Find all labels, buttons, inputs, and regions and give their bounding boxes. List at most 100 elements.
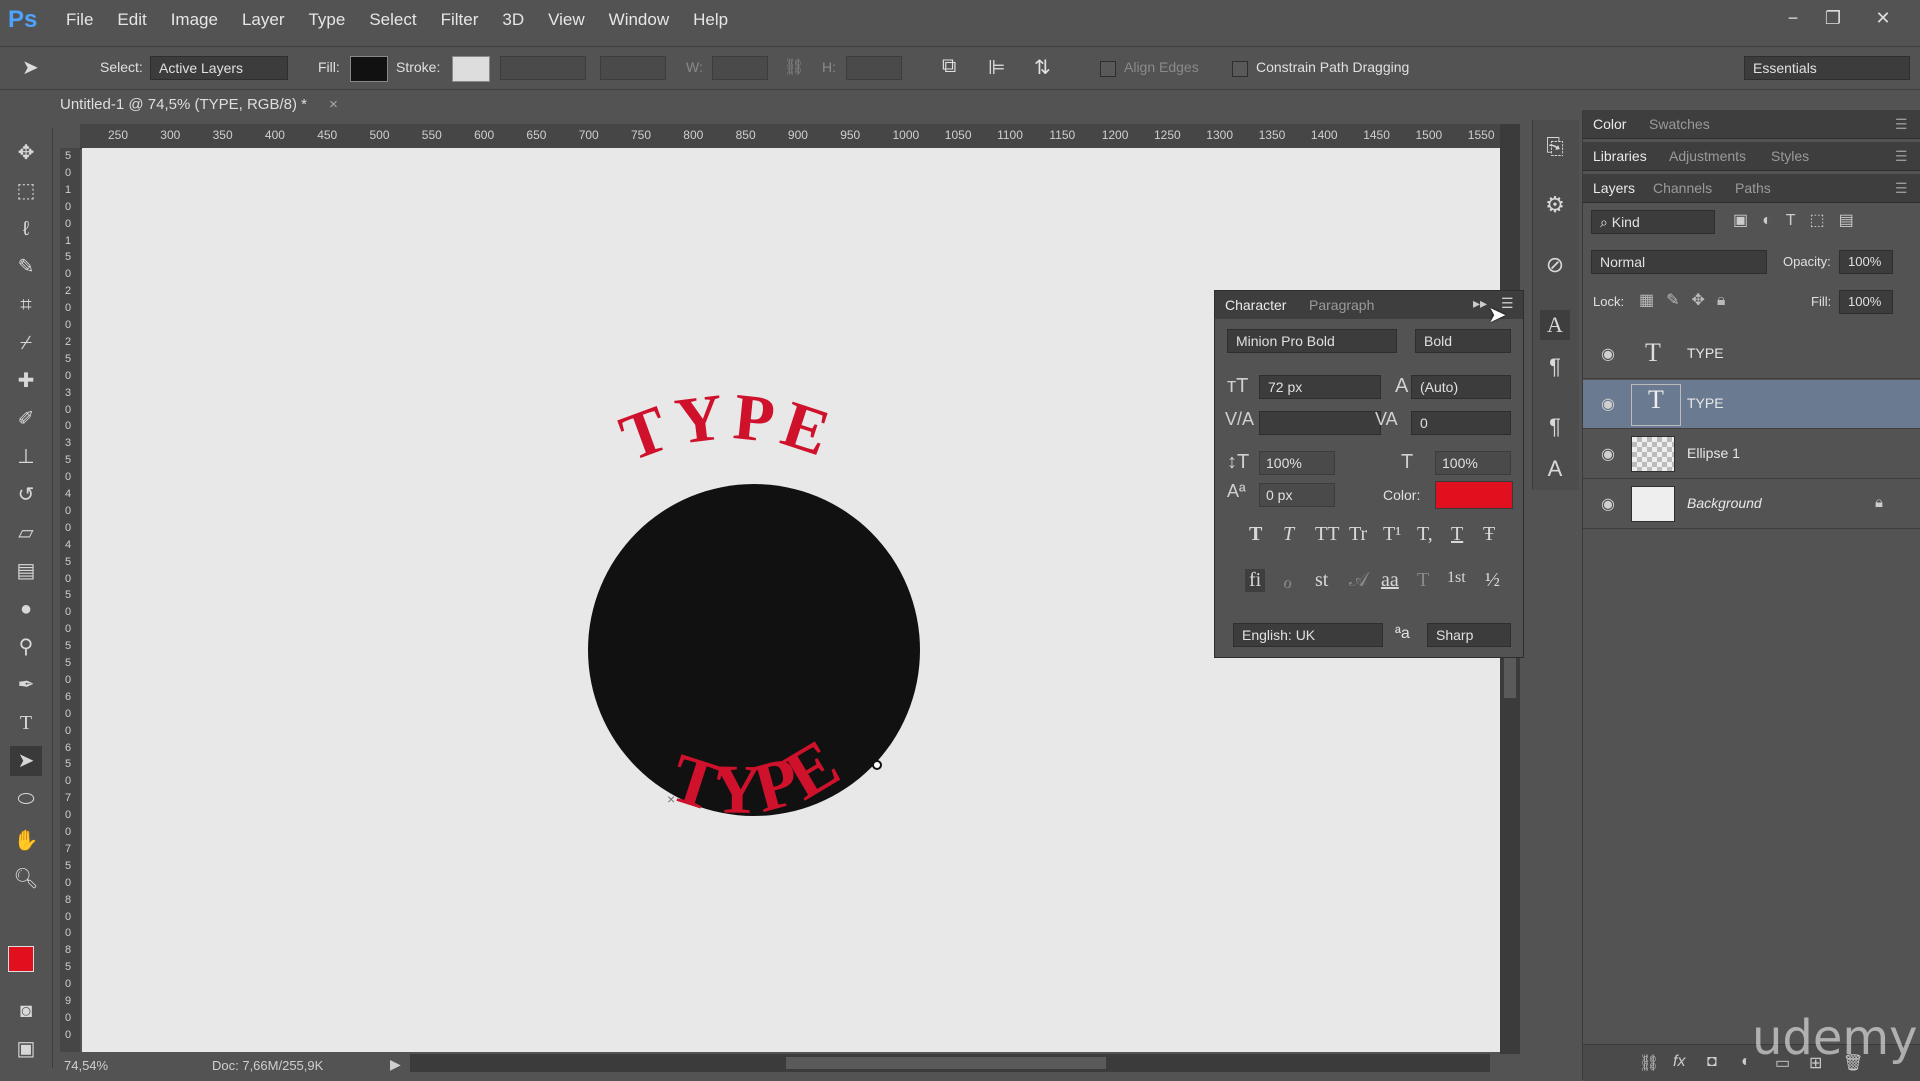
paragraph-panel-icon[interactable]: ¶ [1540,352,1570,382]
eye-icon[interactable]: ◉ [1601,394,1615,414]
path-alignment-icon[interactable]: ⊫ [988,55,1005,80]
layer-name[interactable]: Background [1687,495,1762,511]
restore-button[interactable]: ❐ [1814,4,1852,32]
foreground-color-swatch[interactable] [8,946,34,972]
quick-select-tool-icon[interactable]: ✎ [10,252,42,282]
stylistic-alternates-button[interactable]: aa [1381,569,1399,592]
leading-input[interactable]: (Auto) [1411,375,1511,399]
eye-icon[interactable]: ◉ [1601,444,1615,464]
blend-mode-dropdown[interactable]: Normal [1591,250,1767,274]
dodge-tool-icon[interactable]: ⚲ [10,632,42,662]
workspace-dropdown[interactable]: Essentials [1744,56,1910,80]
layer-style-icon[interactable]: fx [1673,1053,1685,1071]
eraser-tool-icon[interactable]: ▱ [10,518,42,548]
superscript-button[interactable]: T¹ [1383,523,1401,546]
layer-filter-icons[interactable]: ▣◐T⬚▤ [1733,210,1868,230]
select-dropdown[interactable]: Active Layers [150,56,288,80]
language-dropdown[interactable]: English: UK [1233,623,1383,647]
lock-icons[interactable]: ▦✎✥🔒︎ [1639,290,1737,310]
history-brush-tool-icon[interactable]: ↺ [10,480,42,510]
stroke-swatch[interactable] [452,56,490,82]
zoom-tool-icon[interactable]: 🔍︎ [10,864,42,894]
document-tab[interactable]: Untitled-1 @ 74,5% (TYPE, RGB/8) * × [60,96,338,122]
faux-italic-button[interactable]: T [1283,523,1294,546]
tab-swatches[interactable]: Swatches [1649,116,1710,132]
font-size-input[interactable]: 72 px [1259,375,1381,399]
menu-filter[interactable]: Filter [441,10,479,30]
stroke-width-input[interactable] [500,56,586,80]
character-panel-icon[interactable]: A [1540,310,1570,340]
tracking-input[interactable]: 0 [1411,411,1511,435]
lasso-tool-icon[interactable]: ℓ [10,214,42,244]
link-layers-icon[interactable]: ⛓ [1639,1053,1659,1073]
top-type-text[interactable]: TYPE [611,380,844,476]
discretionary-ligatures-button[interactable]: st [1315,569,1328,592]
layer-row[interactable]: ◉ Background 🔒︎ [1583,480,1920,529]
panel-menu-icon[interactable]: ☰ [1895,180,1908,197]
ellipse-tool-icon[interactable]: ⬭ [10,784,42,814]
minimize-button[interactable]: − [1774,4,1812,32]
screen-mode-icon[interactable]: ▣ [10,1034,42,1064]
menu-view[interactable]: View [548,10,585,30]
move-tool-icon[interactable]: ✥ [10,138,42,168]
blur-tool-icon[interactable]: ● [10,594,42,624]
path-select-tool-icon[interactable]: ➤ [22,55,39,80]
swash-button[interactable]: 𝒜 [1349,569,1368,592]
width-input[interactable] [712,56,768,80]
text-color-swatch[interactable] [1435,481,1513,509]
crop-tool-icon[interactable]: ⌗ [10,290,42,320]
panel-menu-icon[interactable]: ☰ [1895,148,1908,165]
quick-mask-icon[interactable]: ◙ [10,996,42,1026]
horizontal-scale-input[interactable]: 100% [1435,451,1511,475]
menu-help[interactable]: Help [693,10,728,30]
layer-row-selected[interactable]: ◉ T TYPE [1583,380,1920,429]
path-selection-tool-icon[interactable]: ➤ [10,746,42,776]
tab-styles[interactable]: Styles [1771,148,1809,164]
menu-edit[interactable]: Edit [117,10,146,30]
layer-name[interactable]: TYPE [1687,395,1724,411]
eye-icon[interactable]: ◉ [1601,344,1615,364]
tab-paths[interactable]: Paths [1735,180,1771,196]
menu-window[interactable]: Window [609,10,669,30]
layer-row[interactable]: ◉ Ellipse 1 [1583,430,1920,479]
align-edges-checkbox[interactable] [1100,61,1116,77]
kerning-input[interactable] [1259,411,1381,435]
status-menu-arrow-icon[interactable]: ▶ [390,1056,401,1073]
gradient-tool-icon[interactable]: ▤ [10,556,42,586]
menu-file[interactable]: File [66,10,93,30]
brush-tool-icon[interactable]: ✐ [10,404,42,434]
tab-layers[interactable]: Layers [1593,180,1635,196]
pen-tool-icon[interactable]: ✒ [10,670,42,700]
tab-libraries[interactable]: Libraries [1593,148,1647,164]
all-caps-button[interactable]: TT [1315,523,1339,546]
healing-brush-tool-icon[interactable]: ✚ [10,366,42,396]
old-style-button[interactable]: ℴ [1283,569,1292,594]
hand-tool-icon[interactable]: ✋ [10,826,42,856]
antialias-dropdown[interactable]: Sharp [1427,623,1511,647]
add-mask-icon[interactable]: ◘ [1707,1053,1717,1071]
font-style-dropdown[interactable]: Bold [1415,329,1511,353]
constrain-checkbox[interactable] [1232,61,1248,77]
underline-button[interactable]: T [1451,523,1463,546]
strikethrough-button[interactable]: Ŧ [1483,523,1495,546]
menu-image[interactable]: Image [171,10,218,30]
subscript-button[interactable]: T, [1417,523,1433,546]
layer-name[interactable]: TYPE [1687,345,1724,361]
type-tool-icon[interactable]: T [10,708,42,738]
marquee-tool-icon[interactable]: ⬚ [10,176,42,206]
menu-type[interactable]: Type [308,10,345,30]
menu-layer[interactable]: Layer [242,10,285,30]
adjustments-icon[interactable]: ⊘ [1540,250,1570,280]
paragraph-styles-icon[interactable]: ¶ [1540,412,1570,442]
path-arrangement-icon[interactable]: ⇅ [1034,55,1051,80]
horizontal-scroll-thumb[interactable] [786,1057,1106,1069]
collapse-icon[interactable]: ▸▸ [1473,295,1487,312]
fractions-button[interactable]: ½ [1485,569,1500,592]
tab-color[interactable]: Color [1593,116,1626,132]
small-caps-button[interactable]: Tr [1349,523,1367,546]
zoom-level[interactable]: 74,54% [64,1058,108,1073]
stroke-type-dropdown[interactable] [600,56,666,80]
vertical-scale-input[interactable]: 100% [1259,451,1335,475]
horizontal-scrollbar[interactable] [410,1054,1490,1072]
baseline-shift-input[interactable]: 0 px [1259,483,1335,507]
